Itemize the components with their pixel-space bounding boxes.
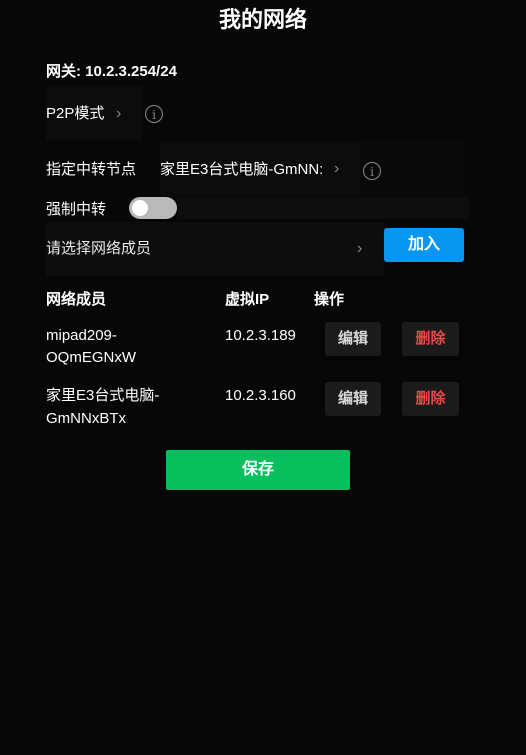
- member-ip: 10.2.3.160: [225, 387, 296, 404]
- member-name-line2: GmNNxBTx: [46, 410, 126, 427]
- relay-info-icon[interactable]: i: [363, 162, 381, 180]
- force-relay-toggle[interactable]: [129, 197, 177, 219]
- member-name-line1: mipad209-: [46, 327, 117, 344]
- toggle-knob: [132, 200, 148, 216]
- relay-node-value: 家里E3台式电脑-GmNN:: [160, 161, 324, 178]
- relay-chevron-right-icon: ›: [334, 160, 340, 177]
- page-title: 我的网络: [218, 7, 307, 32]
- member-ip: 10.2.3.189: [225, 327, 296, 344]
- join-button[interactable]: 加入: [384, 228, 464, 262]
- member-name-line1: 家里E3台式电脑-: [46, 387, 160, 404]
- p2p-chevron-right-icon: ›: [116, 105, 122, 122]
- edit-button[interactable]: 编辑: [325, 382, 381, 416]
- header-member: 网络成员: [46, 291, 107, 308]
- relay-node-label: 指定中转节点: [46, 161, 137, 178]
- delete-button[interactable]: 删除: [402, 322, 459, 356]
- force-relay-row: [177, 197, 469, 219]
- member-chevron-right-icon: ›: [357, 240, 363, 257]
- gateway-text: 网关: 10.2.3.254/24: [46, 63, 177, 80]
- member-name-line2: OQmEGNxW: [46, 349, 136, 366]
- member-select-placeholder: 请选择网络成员: [46, 240, 152, 257]
- force-relay-label: 强制中转: [46, 201, 107, 218]
- delete-button[interactable]: 删除: [402, 382, 459, 416]
- p2p-info-icon[interactable]: i: [145, 105, 163, 123]
- save-button[interactable]: 保存: [166, 450, 350, 490]
- header-action: 操作: [314, 291, 345, 308]
- header-ip: 虚拟IP: [225, 291, 270, 308]
- p2p-mode-label: P2P模式: [46, 105, 105, 122]
- edit-button[interactable]: 编辑: [325, 322, 381, 356]
